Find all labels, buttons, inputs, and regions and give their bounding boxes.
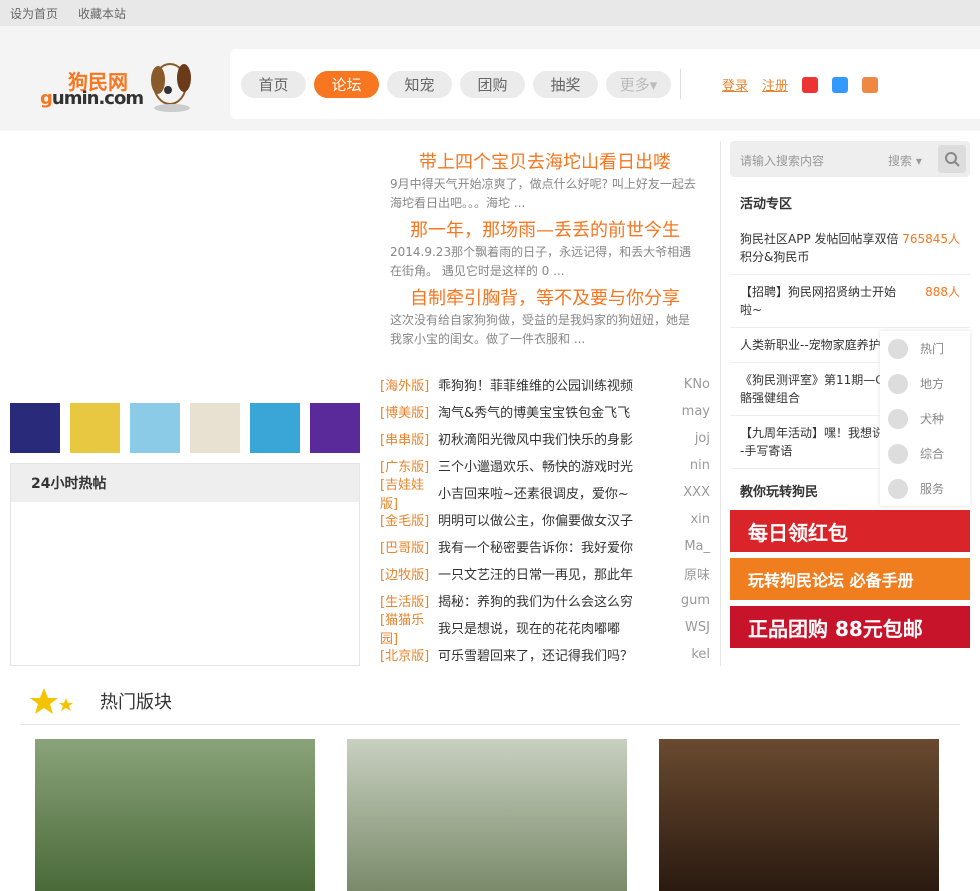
- login-area: 登录 注册: [722, 75, 879, 94]
- hot-section-title: 热门版块: [100, 691, 172, 713]
- featured-desc: 9月中得天气开始凉爽了，做点什么好呢? 叫上好友一起去海坨看日出吧。。。海坨 .…: [390, 177, 696, 210]
- nav-more[interactable]: 更多 ▾: [606, 71, 671, 98]
- thumb-image[interactable]: [310, 403, 360, 453]
- hot-section: 热门版块: [20, 677, 960, 891]
- featured-item: 带上四个宝贝去海坨山看日出喽 9月中得天气开始凉爽了，做点什么好呢? 叫上好友一…: [380, 151, 710, 213]
- hot-section-header: 热门版块: [20, 677, 960, 725]
- post-list: [海外版] 乖狗狗！菲菲维维的公园训练视频 KNo [博美版] 淘气&秀气的博美宝宝铁…: [380, 371, 710, 668]
- qq-icon[interactable]: [832, 76, 849, 93]
- search-button[interactable]: [938, 145, 966, 173]
- thumb-image[interactable]: [130, 403, 180, 453]
- main-nav: 首页 论坛 知宠 团购 抽奖 更多 ▾: [241, 71, 671, 98]
- list-item[interactable]: [吉娃娃版] 小吉回来啦~还素很调皮，爱你~ XXX: [380, 478, 710, 512]
- header: 狗民网 gumin.com 首页 论坛 知宠 团购 抽奖 更多 ▾ 登录 注册: [0, 26, 980, 131]
- list-item[interactable]: [猫猫乐园] 我只是想说，现在的花花肉嘟嘟 WSJ: [380, 613, 710, 647]
- banner-red-packet[interactable]: 每日领红包: [730, 510, 970, 552]
- search-icon: [945, 152, 960, 167]
- search-input[interactable]: 请输入搜索内容: [740, 152, 824, 169]
- float-local[interactable]: 地方: [880, 366, 970, 401]
- nav-home[interactable]: 首页: [241, 71, 306, 98]
- star-icon: [888, 338, 908, 359]
- nav-knowledge[interactable]: 知宠: [387, 71, 452, 98]
- login-link[interactable]: 登录: [722, 75, 748, 94]
- share-icon: [888, 478, 908, 499]
- social-icon[interactable]: [862, 76, 879, 93]
- nav-lottery[interactable]: 抽奖: [533, 71, 598, 98]
- float-general[interactable]: 综合: [880, 436, 970, 471]
- dog-mascot-icon: [151, 63, 191, 112]
- list-item[interactable]: [博美版] 淘气&秀气的博美宝宝铁包金飞飞 may: [380, 398, 710, 425]
- search-box: 请输入搜索内容 搜索 ▾: [730, 141, 970, 177]
- float-menu: 热门 地方 犬种 综合 服务: [880, 331, 970, 506]
- thumb-image[interactable]: [190, 403, 240, 453]
- featured-desc: 这次没有给自家狗狗做，受益的是我妈家的狗妞妞，她是我家小宝的闺女。做了一件衣服和…: [390, 313, 691, 346]
- float-service[interactable]: 服务: [880, 471, 970, 506]
- thumb-image[interactable]: [70, 403, 120, 453]
- poodle-image[interactable]: [35, 739, 315, 891]
- featured-desc: 2014.9.23那个飘着雨的日子，永远记得，和丢大爷相遇在街角。 遇见它时是这…: [390, 245, 692, 278]
- featured-item: 那一年，那场雨—丢丢的前世今生 2014.9.23那个飘着雨的日子，永远记得，和…: [380, 219, 710, 281]
- column-divider: [720, 141, 721, 666]
- list-item[interactable]: [金毛版] 明明可以做公主，你偏要做女汉子 xin: [380, 506, 710, 533]
- list-item[interactable]: [巴哥版] 我有一个秘密要告诉你：我好爱你 Ma_: [380, 533, 710, 560]
- logo[interactable]: 狗民网 gumin.com: [38, 63, 198, 138]
- featured-item: 自制牵引胸背，等不及要与你分享 这次没有给自家狗狗做，受益的是我妈家的狗妞妞，她…: [380, 287, 710, 349]
- featured-title[interactable]: 那一年，那场雨—丢丢的前世今生: [380, 219, 710, 243]
- list-item[interactable]: [北京版] 可乐雪碧回来了，还记得我们吗？ kel: [380, 641, 710, 668]
- featured-column: 带上四个宝贝去海坨山看日出喽 9月中得天气开始凉爽了，做点什么好呢? 叫上好友一…: [380, 131, 710, 664]
- main-content: 24小时热帖 带上四个宝贝去海坨山看日出喽 9月中得天气开始凉爽了，做点什么好呢…: [0, 131, 980, 676]
- featured-title[interactable]: 自制牵引胸背，等不及要与你分享: [380, 287, 710, 311]
- featured-title[interactable]: 带上四个宝贝去海坨山看日出喽: [380, 151, 710, 175]
- thumb-image[interactable]: [250, 403, 300, 453]
- thumb-strip: [10, 403, 360, 453]
- lion-dog-image[interactable]: [659, 739, 939, 891]
- float-hot[interactable]: 热门: [880, 331, 970, 366]
- banner-forum-guide[interactable]: 玩转狗民论坛 必备手册: [730, 558, 970, 600]
- nav-groupbuy[interactable]: 团购: [460, 71, 525, 98]
- list-item[interactable]: 【招聘】狗民网招贤纳士开始啦~ 888人: [730, 275, 970, 328]
- hot-images: [35, 739, 939, 891]
- list-item[interactable]: [串串版] 初秋滴阳光微风中我们快乐的身影 joj: [380, 425, 710, 452]
- bookmark-link[interactable]: 收藏本站: [78, 5, 126, 22]
- list-item[interactable]: [海外版] 乖狗狗！菲菲维维的公园训练视频 KNo: [380, 371, 710, 398]
- top-bar: 设为首页 收藏本站: [0, 0, 980, 26]
- hot-24h-title: 24小时热帖: [11, 464, 359, 502]
- logo-en: gumin.com: [40, 88, 144, 109]
- float-breed[interactable]: 犬种: [880, 401, 970, 436]
- stars-icon: [30, 687, 73, 714]
- nav-forum[interactable]: 论坛: [314, 71, 379, 98]
- list-item[interactable]: 狗民社区APP 发帖回帖享双倍积分&狗民币 765845人: [730, 222, 970, 275]
- activity-title: 活动专区: [740, 197, 793, 212]
- register-link[interactable]: 注册: [762, 75, 788, 94]
- hot-24h-panel: 24小时热帖: [10, 463, 360, 666]
- banner-groupbuy[interactable]: 正品团购 88元包邮: [730, 606, 970, 648]
- location-icon: [888, 373, 908, 394]
- search-select[interactable]: 搜索 ▾: [888, 152, 922, 169]
- dog-icon: [888, 408, 908, 429]
- thumb-image[interactable]: [10, 403, 60, 453]
- list-item[interactable]: [边牧版] 一只文艺汪的日常一再见，那此年 原味: [380, 560, 710, 587]
- nav-box: 首页 论坛 知宠 团购 抽奖 更多 ▾ 登录 注册: [230, 49, 980, 119]
- right-sidebar: 请输入搜索内容 搜索 ▾ 活动专区 狗民社区APP 发帖回帖享双倍积分&狗民币 7…: [730, 141, 970, 654]
- set-homepage-link[interactable]: 设为首页: [10, 5, 58, 22]
- leaf-icon: [888, 443, 908, 464]
- golden-retriever-image[interactable]: [347, 739, 627, 891]
- divider: [680, 69, 681, 99]
- weibo-icon[interactable]: [802, 76, 819, 93]
